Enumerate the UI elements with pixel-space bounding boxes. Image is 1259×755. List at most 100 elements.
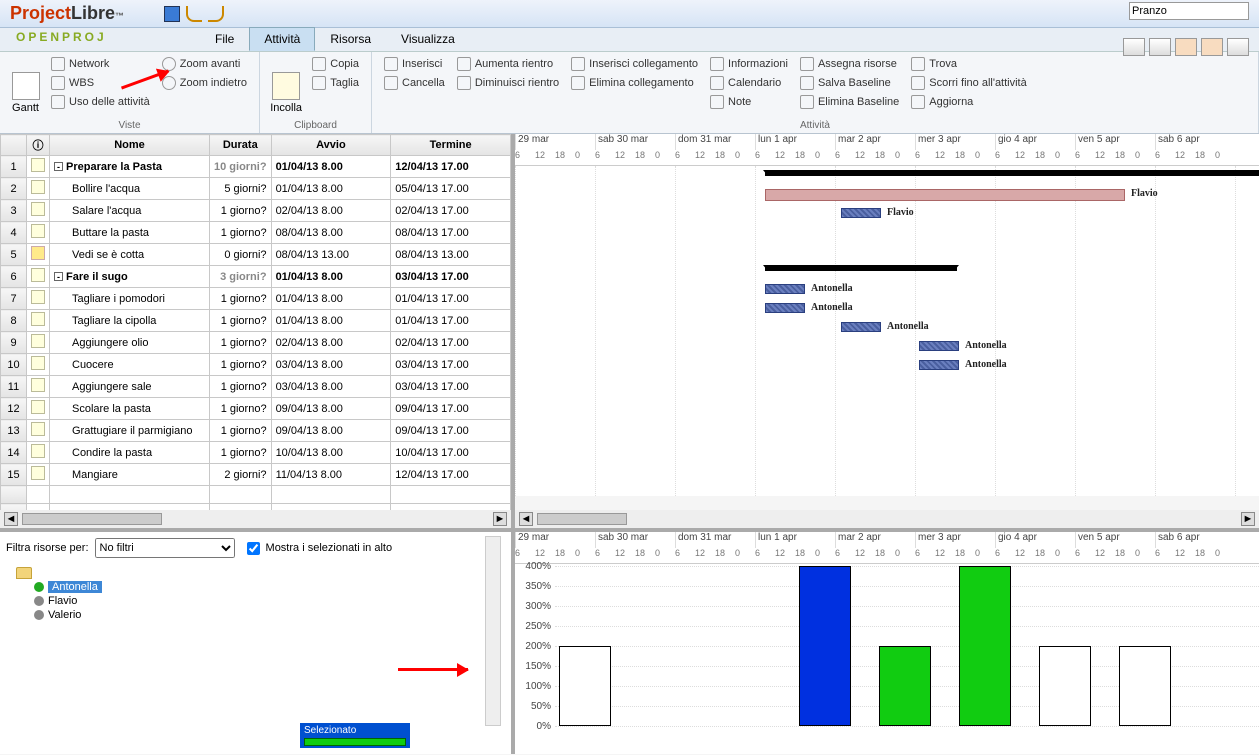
task-type-icon xyxy=(31,444,45,458)
histogram-bar xyxy=(1119,646,1171,726)
gantt-task-bar[interactable] xyxy=(765,303,805,313)
resource-item[interactable]: Valerio xyxy=(34,608,505,622)
table-row[interactable]: 10 Cuocere 1 giorno? 03/04/13 8.00 03/04… xyxy=(1,354,511,376)
table-row[interactable]: 7 Tagliare i pomodori 1 giorno? 01/04/13… xyxy=(1,288,511,310)
column-header[interactable]: Nome xyxy=(50,135,210,156)
table-row[interactable]: 15 Mangiare 2 giorni? 11/04/13 8.00 12/0… xyxy=(1,464,511,486)
baseline-icon[interactable] xyxy=(1175,38,1197,56)
tab-visualizza[interactable]: Visualizza xyxy=(386,27,470,51)
ribbon-item[interactable]: Aumenta rientro xyxy=(455,56,561,72)
table-row[interactable]: 3 Salare l'acqua 1 giorno? 02/04/13 8.00… xyxy=(1,200,511,222)
ribbon-item[interactable]: Trova xyxy=(909,56,1028,72)
ribbon-item[interactable]: Salva Baseline xyxy=(798,75,901,91)
ribbon-item-zoom[interactable]: Zoom indietro xyxy=(160,75,249,91)
gantt-bar-label: Flavio xyxy=(1131,188,1158,199)
ribbon-item[interactable]: Assegna risorse xyxy=(798,56,901,72)
gantt-task-bar[interactable] xyxy=(841,322,881,332)
histogram-bar xyxy=(959,566,1011,726)
ribbon-item[interactable]: Elimina Baseline xyxy=(798,94,901,110)
group-label-activity: Attività xyxy=(372,120,1258,131)
histogram-bar xyxy=(879,646,931,726)
ribbon-item[interactable]: Cancella xyxy=(382,75,447,91)
ribbon-item[interactable]: Uso delle attività xyxy=(49,94,152,110)
filter-icon[interactable] xyxy=(1201,38,1223,56)
ribbon-item[interactable]: Informazioni xyxy=(708,56,790,72)
scroll-left-icon[interactable]: ◄ xyxy=(4,512,18,526)
table-row[interactable]: 1 -Preparare la Pasta 10 giorni? 01/04/1… xyxy=(1,156,511,178)
tracking-icon[interactable] xyxy=(1149,38,1171,56)
subbrand: OPENPROJ xyxy=(16,30,107,44)
expand-icon[interactable]: - xyxy=(54,162,63,171)
redo-icon[interactable] xyxy=(208,6,224,22)
group-label-clipboard: Clipboard xyxy=(260,120,371,131)
ribbon-tabs: FileAttivitàRisorsaVisualizza xyxy=(0,28,1259,52)
gantt-summary-bar[interactable] xyxy=(765,265,957,271)
task-type-icon xyxy=(31,312,45,326)
table-row[interactable]: 13 Grattugiare il parmigiano 1 giorno? 0… xyxy=(1,420,511,442)
scroll-right-icon[interactable]: ► xyxy=(1241,512,1255,526)
scroll-left-icon[interactable]: ◄ xyxy=(519,512,533,526)
ribbon-item[interactable]: Copia xyxy=(310,56,361,72)
table-row[interactable]: 2 Bollire l'acqua 5 giorni? 01/04/13 8.0… xyxy=(1,178,511,200)
tab-attività[interactable]: Attività xyxy=(249,27,315,51)
ribbon-item[interactable]: Note xyxy=(708,94,790,110)
table-row[interactable]: 11 Aggiungere sale 1 giorno? 03/04/13 8.… xyxy=(1,376,511,398)
column-header[interactable]: ⓘ xyxy=(27,135,50,156)
paste-button[interactable]: Incolla xyxy=(270,56,302,129)
ribbon-item[interactable]: Calendario xyxy=(708,75,790,91)
gantt-view-button[interactable]: Gantt xyxy=(10,56,41,129)
task-table[interactable]: ⓘNomeDurataAvvioTermine 1 -Preparare la … xyxy=(0,134,511,510)
gantt-hscrollbar[interactable]: ◄ ► xyxy=(515,510,1259,528)
column-header[interactable]: Durata xyxy=(210,135,272,156)
ribbon-item[interactable]: Inserisci xyxy=(382,56,447,72)
undo-icon[interactable] xyxy=(186,6,202,22)
ribbon-item[interactable]: Elimina collegamento xyxy=(569,75,700,91)
resource-tree[interactable]: AntonellaFlavioValerio xyxy=(16,566,505,622)
gantt-task-bar[interactable] xyxy=(919,360,959,370)
gantt-task-bar[interactable] xyxy=(765,284,805,294)
tab-file[interactable]: File xyxy=(200,27,249,51)
table-row[interactable]: 14 Condire la pasta 1 giorno? 10/04/13 8… xyxy=(1,442,511,464)
table-hscrollbar[interactable]: ◄ ► xyxy=(0,510,511,528)
column-header[interactable]: Avvio xyxy=(271,135,391,156)
column-header[interactable] xyxy=(1,135,27,156)
ribbon-item[interactable]: Taglia xyxy=(310,75,361,91)
table-row[interactable]: 9 Aggiungere olio 1 giorno? 02/04/13 8.0… xyxy=(1,332,511,354)
task-type-icon xyxy=(31,180,45,194)
ribbon-item[interactable]: Aggiorna xyxy=(909,94,1028,110)
resource-item[interactable]: Antonella xyxy=(34,580,505,594)
tree-vscrollbar[interactable] xyxy=(485,536,501,726)
gantt-task-bar[interactable] xyxy=(765,189,1125,201)
ribbon-item[interactable]: Inserisci collegamento xyxy=(569,56,700,72)
task-type-icon xyxy=(31,268,45,282)
tab-risorsa[interactable]: Risorsa xyxy=(315,27,386,51)
filter-select[interactable]: No filtri xyxy=(95,538,235,558)
resource-item[interactable]: Flavio xyxy=(34,594,505,608)
gantt-bar-label: Antonella xyxy=(887,321,929,332)
task-type-icon xyxy=(31,378,45,392)
ribbon-item[interactable]: Diminuisci rientro xyxy=(455,75,561,91)
search-input[interactable] xyxy=(1129,2,1249,20)
ribbon-item[interactable]: Scorri fino all'attività xyxy=(909,75,1028,91)
histogram-bar xyxy=(559,646,611,726)
save-icon[interactable] xyxy=(164,6,180,22)
expand-icon[interactable]: - xyxy=(54,272,63,281)
table-row[interactable]: 5 Vedi se è cotta 0 giorni? 08/04/13 13.… xyxy=(1,244,511,266)
show-selected-checkbox[interactable] xyxy=(247,542,260,555)
gantt-task-bar[interactable] xyxy=(919,341,959,351)
table-row[interactable]: 12 Scolare la pasta 1 giorno? 09/04/13 8… xyxy=(1,398,511,420)
titlebar: ProjectLibre™ xyxy=(0,0,1259,28)
gantt-chart[interactable]: FlavioFlavioAntonellaAntonellaAntonellaA… xyxy=(515,166,1259,496)
table-row[interactable]: 6 -Fare il sugo 3 giorni? 01/04/13 8.00 … xyxy=(1,266,511,288)
scroll-right-icon[interactable]: ► xyxy=(493,512,507,526)
histogram-bar xyxy=(799,566,851,726)
gantt-summary-bar[interactable] xyxy=(765,170,1259,176)
gantt-task-bar[interactable] xyxy=(841,208,881,218)
status-dot-icon xyxy=(34,596,44,606)
table-row[interactable]: 8 Tagliare la cipolla 1 giorno? 01/04/13… xyxy=(1,310,511,332)
ribbon-item[interactable]: Network xyxy=(49,56,152,72)
blank-icon[interactable] xyxy=(1227,38,1249,56)
column-header[interactable]: Termine xyxy=(391,135,511,156)
table-row[interactable]: 4 Buttare la pasta 1 giorno? 08/04/13 8.… xyxy=(1,222,511,244)
chart-icon[interactable] xyxy=(1123,38,1145,56)
